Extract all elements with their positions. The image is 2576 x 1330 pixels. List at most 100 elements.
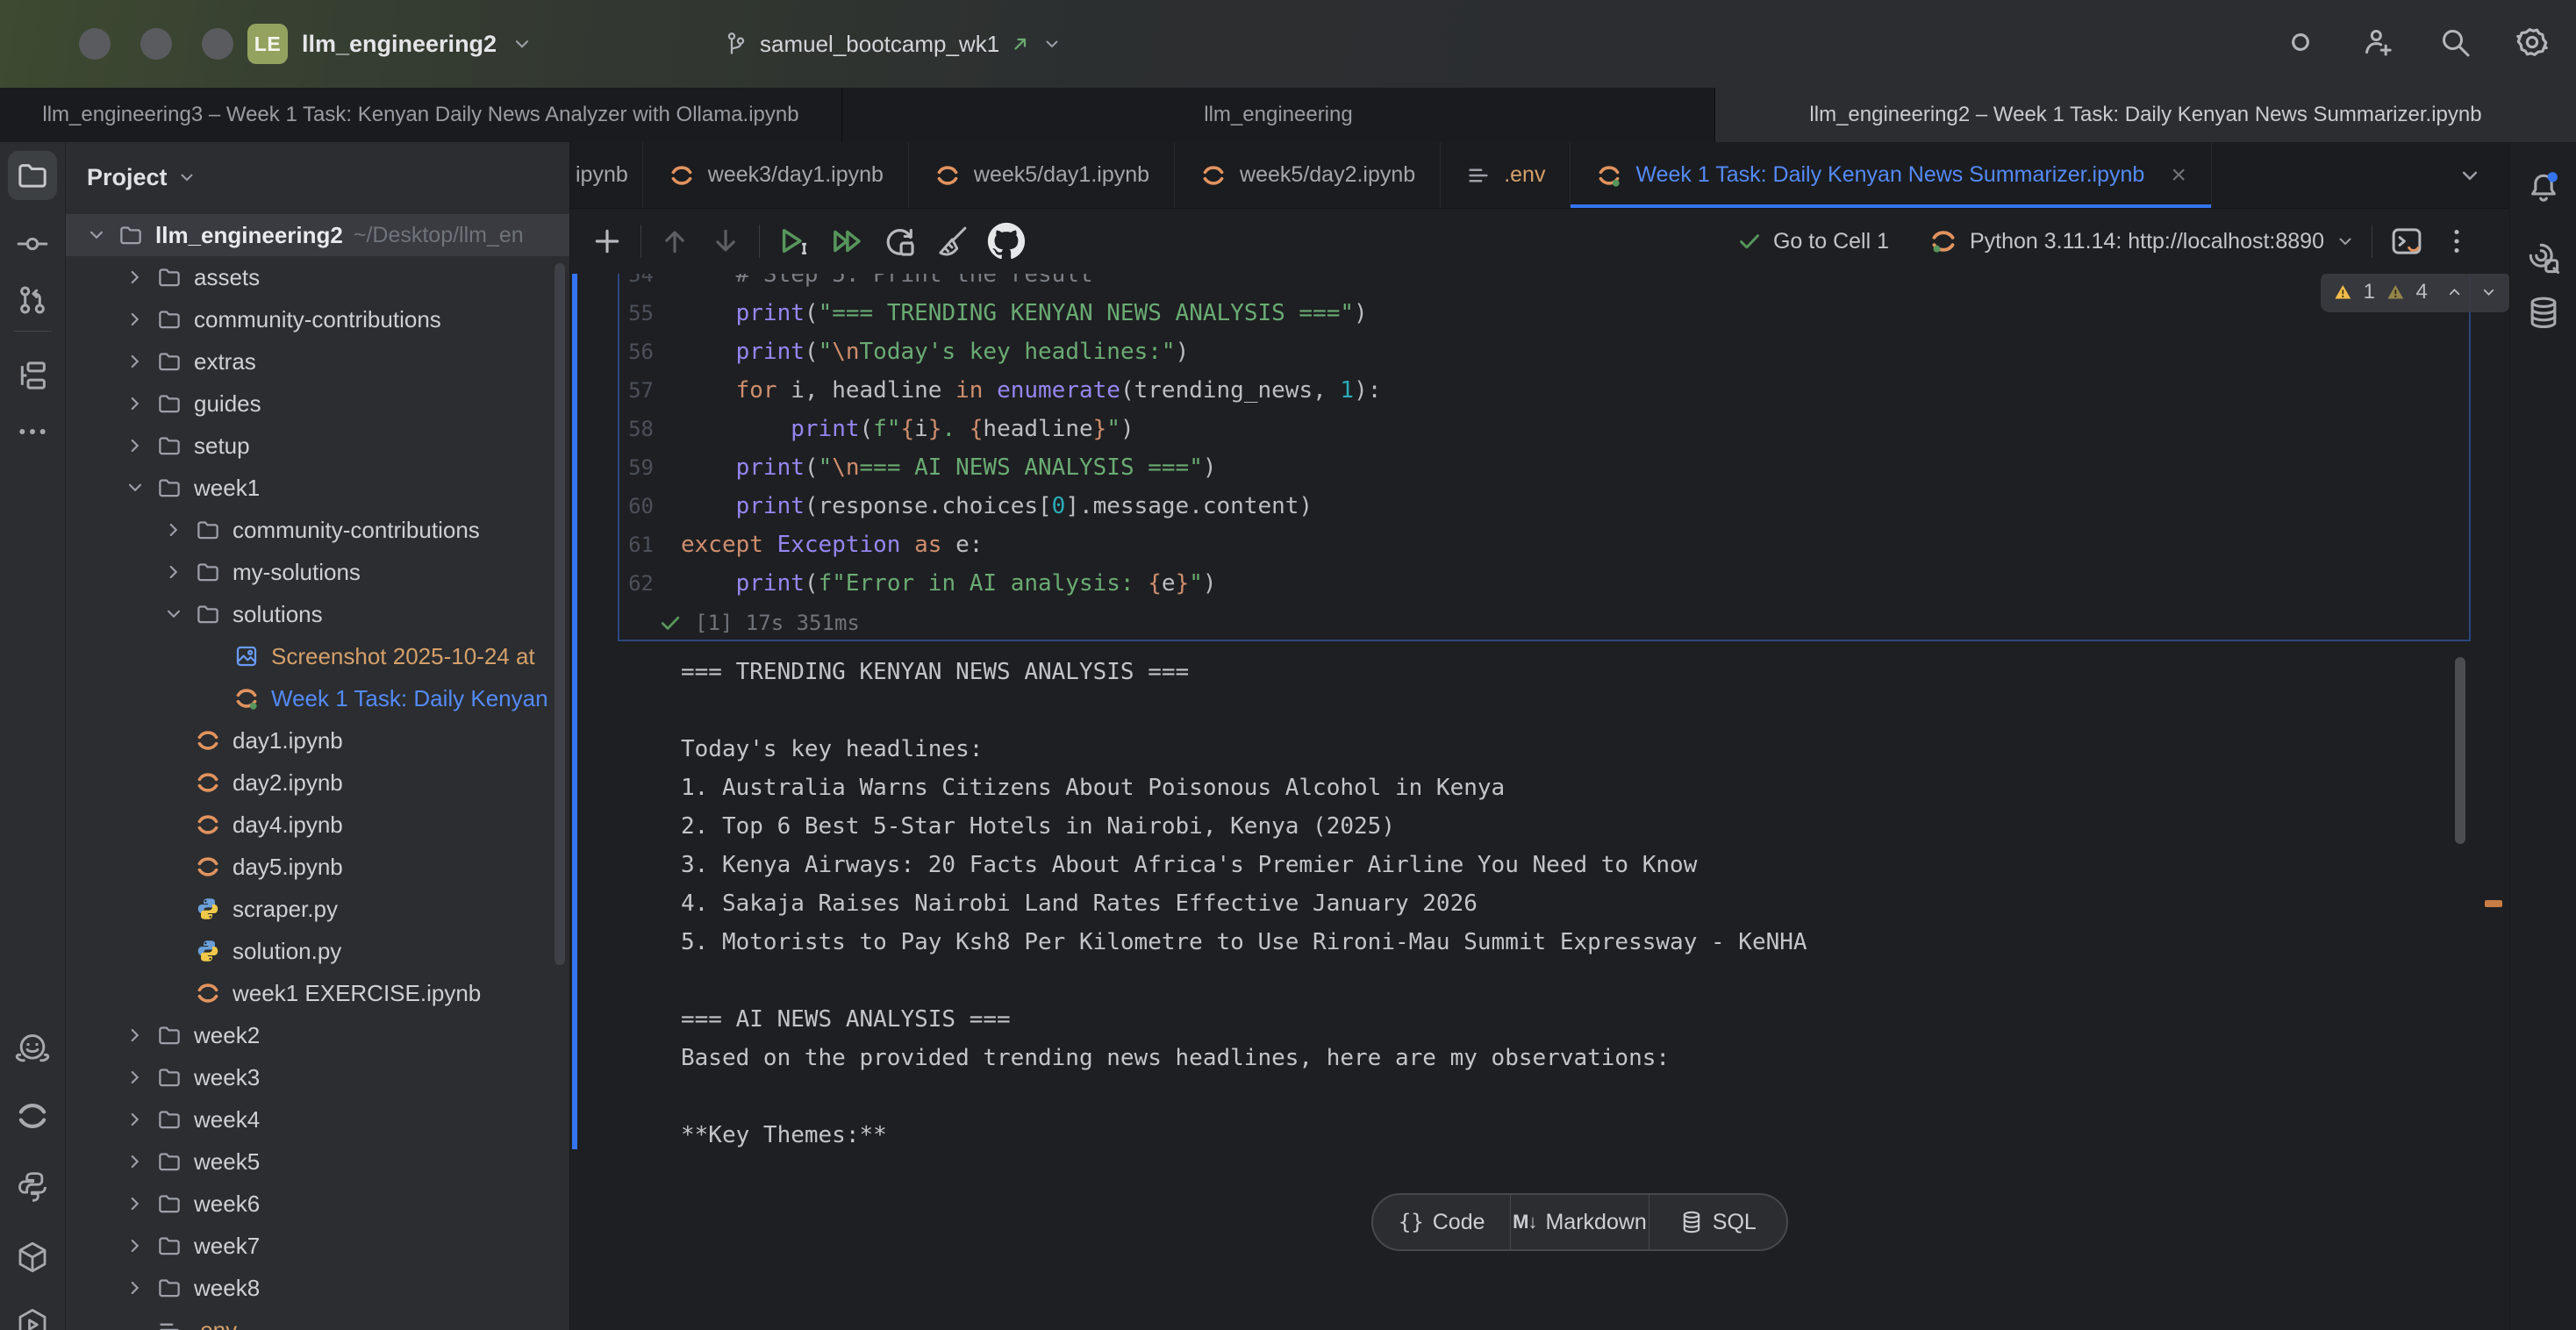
tree-chevron-icon[interactable]	[122, 348, 148, 375]
run-configurations-tool-icon[interactable]	[8, 1300, 57, 1330]
tree-item-env[interactable]: .env	[66, 1309, 569, 1330]
close-window-button[interactable]	[79, 28, 111, 60]
tree-chevron-icon[interactable]	[122, 1191, 148, 1217]
inspections-widget[interactable]: 1 4	[2321, 274, 2509, 312]
python-packages-tool-icon[interactable]	[8, 1233, 57, 1282]
tree-item-llm-engineering2[interactable]: llm_engineering2~/Desktop/llm_en	[66, 214, 569, 256]
tree-item-week5[interactable]: week5	[66, 1141, 569, 1183]
clear-outputs-broom-icon[interactable]	[934, 223, 970, 260]
tree-item-week4[interactable]: week4	[66, 1098, 569, 1141]
editor-tab-week-1-task-daily-kenyan-news-summarizer[interactable]: Week 1 Task: Daily Kenyan News Summarize…	[1571, 142, 2211, 208]
editor-tab-week5-day2-ipynb[interactable]: week5/day2.ipynb	[1175, 142, 1441, 208]
run-all-cells-icon[interactable]	[828, 223, 865, 260]
tree-chevron-icon[interactable]	[122, 1275, 148, 1301]
tree-item-week3[interactable]: week3	[66, 1056, 569, 1098]
sql-cell-button[interactable]: SQL	[1649, 1195, 1786, 1249]
tree-chevron-icon[interactable]	[122, 1148, 148, 1175]
tree-chevron-icon[interactable]	[122, 390, 148, 417]
tree-chevron-icon[interactable]	[122, 475, 148, 501]
huggingface-tool-icon[interactable]	[8, 1025, 57, 1074]
add-user-icon[interactable]	[2358, 23, 2397, 61]
kebab-menu-icon[interactable]	[2441, 225, 2472, 257]
add-cell-icon[interactable]	[590, 224, 625, 259]
project-panel-header[interactable]: Project	[87, 151, 197, 204]
window-controls[interactable]	[79, 28, 233, 60]
tree-item-guides[interactable]: guides	[66, 383, 569, 425]
tree-chevron-icon[interactable]	[122, 264, 148, 290]
tree-scrollbar[interactable]	[555, 263, 565, 965]
hidden-tabs-chevron-icon[interactable]	[2457, 142, 2509, 208]
structure-tool-icon[interactable]	[8, 351, 57, 400]
settings-gear-icon[interactable]	[2513, 23, 2551, 61]
python-console-tool-icon[interactable]	[8, 1162, 57, 1212]
window-tab-llm-engineering2-week-1-task-daily-kenya[interactable]: llm_engineering2 – Week 1 Task: Daily Ke…	[1715, 88, 2576, 142]
tree-item-day4-ipynb[interactable]: day4.ipynb	[66, 804, 569, 846]
tree-chevron-icon[interactable]	[122, 306, 148, 332]
tree-item-solution-py[interactable]: solution.py	[66, 930, 569, 972]
tree-item-week1[interactable]: week1	[66, 467, 569, 509]
interpreter-selector[interactable]: Python 3.11.14: http://localhost:8890	[1928, 225, 2356, 257]
tree-item-week2[interactable]: week2	[66, 1014, 569, 1056]
editor-tab-env[interactable]: .env	[1441, 142, 1571, 208]
tree-chevron-icon[interactable]	[122, 1233, 148, 1259]
jupyter-tool-icon[interactable]	[8, 1091, 57, 1141]
tree-item-screenshot-2025-10-24-at[interactable]: Screenshot 2025-10-24 at	[66, 635, 569, 677]
tree-item-community-contributions[interactable]: community-contributions	[66, 509, 569, 551]
tree-item-setup[interactable]: setup	[66, 425, 569, 467]
tree-item-extras[interactable]: extras	[66, 340, 569, 383]
error-stripe-mark[interactable]	[2485, 900, 2502, 907]
editor-tab-week5-day1-ipynb[interactable]: week5/day1.ipynb	[909, 142, 1175, 208]
tree-item-week8[interactable]: week8	[66, 1267, 569, 1309]
ai-search-icon[interactable]	[2522, 237, 2565, 279]
tree-item-week6[interactable]: week6	[66, 1183, 569, 1225]
tree-item-day2-ipynb[interactable]: day2.ipynb	[66, 762, 569, 804]
window-tab-llm-engineering3-week-1-task-kenyan-dail[interactable]: llm_engineering3 – Week 1 Task: Kenyan D…	[0, 88, 842, 142]
markdown-cell-button[interactable]: M↓ Markdown	[1511, 1195, 1648, 1249]
go-to-cell-button[interactable]: Go to Cell 1	[1736, 228, 1889, 254]
tree-item-day5-ipynb[interactable]: day5.ipynb	[66, 846, 569, 888]
tree-chevron-icon[interactable]	[122, 1106, 148, 1133]
github-icon[interactable]	[986, 221, 1027, 261]
code-cell-button[interactable]: {} Code	[1373, 1195, 1510, 1249]
tree-item-week-1-task-daily-kenyan[interactable]: Week 1 Task: Daily Kenyan	[66, 677, 569, 719]
prev-warning-icon[interactable]	[2445, 280, 2464, 304]
output-scrollbar[interactable]	[2455, 657, 2465, 844]
move-cell-down-icon[interactable]	[708, 224, 743, 259]
close-tab-icon[interactable]: ×	[2171, 162, 2186, 189]
tree-item-solutions[interactable]: solutions	[66, 593, 569, 635]
tree-item-my-solutions[interactable]: my-solutions	[66, 551, 569, 593]
tree-item-week1-exercise-ipynb[interactable]: week1 EXERCISE.ipynb	[66, 972, 569, 1014]
tree-chevron-icon[interactable]	[122, 1064, 148, 1090]
search-icon[interactable]	[2436, 23, 2474, 61]
tree-item-community-contributions[interactable]: community-contributions	[66, 298, 569, 340]
open-console-icon[interactable]	[2388, 223, 2425, 260]
tree-item-day1-ipynb[interactable]: day1.ipynb	[66, 719, 569, 762]
project-tool-icon[interactable]	[8, 151, 57, 200]
run-cell-icon[interactable]	[776, 223, 812, 260]
editor-tab-week3-day1-ipynb[interactable]: week3/day1.ipynb	[643, 142, 909, 208]
more-tool-windows-icon[interactable]	[8, 407, 57, 456]
tree-item-assets[interactable]: assets	[66, 256, 569, 298]
project-switcher[interactable]: LE llm_engineering2	[247, 19, 533, 68]
tree-chevron-icon[interactable]	[83, 222, 110, 248]
move-cell-up-icon[interactable]	[657, 224, 692, 259]
tree-item-week7[interactable]: week7	[66, 1225, 569, 1267]
tree-chevron-icon[interactable]	[161, 601, 187, 627]
database-tool-icon[interactable]	[2522, 293, 2565, 335]
window-tab-llm-engineering[interactable]: llm_engineering	[842, 88, 1715, 142]
minimize-window-button[interactable]	[140, 28, 172, 60]
next-warning-icon[interactable]	[2479, 280, 2498, 304]
tree-chevron-icon[interactable]	[122, 1022, 148, 1048]
tree-chevron-icon[interactable]	[122, 433, 148, 459]
maximize-window-button[interactable]	[202, 28, 233, 60]
commit-tool-icon[interactable]	[8, 219, 57, 268]
pull-request-tool-icon[interactable]	[8, 275, 57, 325]
ai-assistant-icon[interactable]	[2281, 23, 2320, 61]
notifications-bell-icon[interactable]	[2522, 167, 2565, 209]
branch-switcher[interactable]: samuel_bootcamp_wk1	[721, 19, 1063, 68]
tree-chevron-icon[interactable]	[161, 517, 187, 543]
tree-chevron-icon[interactable]	[161, 559, 187, 585]
tree-item-scraper-py[interactable]: scraper.py	[66, 888, 569, 930]
restart-kernel-icon[interactable]	[881, 223, 918, 260]
editor-tab-ipynb[interactable]: ipynb	[570, 142, 643, 208]
